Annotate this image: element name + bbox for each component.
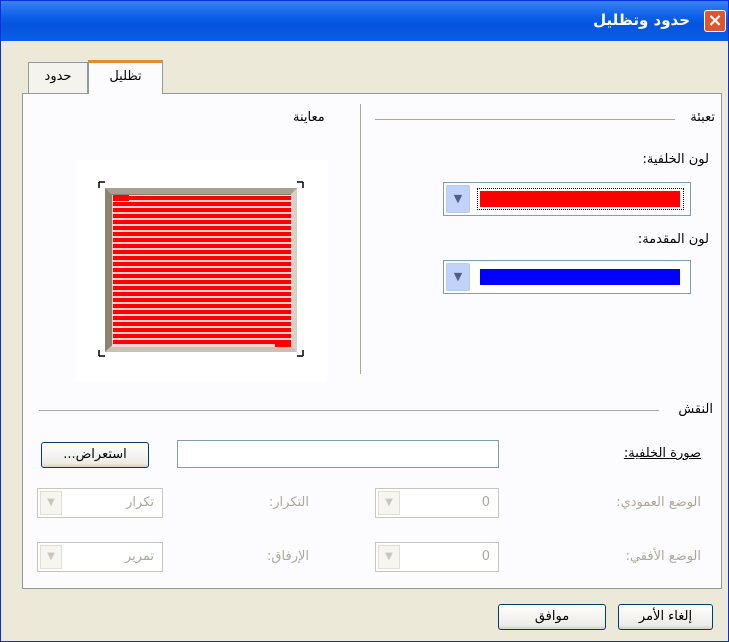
- repeat-label: التكرار:: [268, 495, 309, 510]
- pattern-section-label: النقش: [678, 402, 713, 417]
- background-color-swatch: [480, 191, 680, 207]
- corner-mark: [98, 181, 105, 188]
- corner-mark: [297, 350, 304, 357]
- tab-shading[interactable]: تظليل: [88, 60, 163, 94]
- tab-borders[interactable]: حدود: [28, 62, 88, 93]
- browse-button-label: استعراض...: [63, 447, 127, 462]
- browse-button[interactable]: استعراض...: [41, 442, 149, 468]
- vertical-position-select[interactable]: ▼ 0: [375, 488, 499, 518]
- chevron-down-icon[interactable]: ▼: [40, 491, 62, 515]
- chevron-down-icon[interactable]: ▼: [446, 185, 470, 213]
- ok-button-label: موافق: [534, 609, 570, 624]
- preview-stripe: [113, 262, 291, 266]
- background-color-picker[interactable]: ▼: [443, 182, 691, 216]
- background-image-input[interactable]: [177, 440, 499, 468]
- preview-stripe: [113, 226, 291, 230]
- preview-stripe: [113, 286, 291, 290]
- preview-area: [77, 160, 327, 382]
- vertical-position-label: الوضع العمودي:: [616, 495, 701, 510]
- attachment-label: الإرفاق:: [267, 549, 309, 564]
- chevron-down-icon[interactable]: ▼: [378, 491, 400, 515]
- title-bar[interactable]: حدود وتظليل ×: [1, 1, 728, 41]
- preview-stripe: [113, 220, 291, 224]
- preview-stripe: [113, 328, 291, 332]
- foreground-color-label: لون المقدمة:: [637, 232, 709, 247]
- fill-divider: [375, 119, 675, 120]
- dialog-window: حدود وتظليل × تظليل حدود تعبئة لون الخلف…: [0, 0, 729, 642]
- preview-stripe: [113, 244, 291, 248]
- attachment-value: تمرير: [124, 549, 154, 564]
- preview-stripe: [113, 232, 291, 236]
- window-title: حدود وتظليل: [593, 11, 690, 29]
- repeat-select[interactable]: ▼ تكرار: [37, 488, 163, 518]
- cancel-button-label: إلغاء الأمر: [638, 609, 693, 624]
- preview-stripe: [113, 202, 291, 206]
- preview-stripe: [113, 268, 291, 272]
- ok-button[interactable]: موافق: [498, 604, 606, 630]
- preview-frame-top: [105, 188, 297, 194]
- foreground-color-picker[interactable]: ▼: [443, 260, 691, 294]
- preview-graphic: [98, 181, 304, 357]
- preview-stripe: [113, 292, 291, 296]
- preview-stripe: [113, 214, 291, 218]
- preview-stripe: [113, 340, 291, 344]
- chevron-down-icon[interactable]: ▼: [40, 545, 62, 569]
- preview-stripe: [113, 304, 291, 308]
- chevron-down-icon[interactable]: ▼: [446, 263, 470, 291]
- tab-shading-label: تظليل: [109, 69, 142, 84]
- section-separator: [360, 104, 361, 374]
- shading-panel: تعبئة لون الخلفية: ▼ لون المقدمة: ▼ معاي…: [22, 93, 722, 589]
- corner-mark: [297, 181, 304, 188]
- fill-section-label: تعبئة: [690, 110, 715, 125]
- preview-stripe: [113, 298, 291, 302]
- repeat-value: تكرار: [126, 495, 154, 510]
- horizontal-position-select[interactable]: ▼ 0: [375, 542, 499, 572]
- foreground-color-swatch: [480, 269, 680, 285]
- horizontal-position-label: الوضع الأفقي:: [625, 549, 701, 564]
- tab-borders-label: حدود: [44, 69, 72, 84]
- close-icon[interactable]: ×: [704, 10, 726, 32]
- preview-label: معاينة: [293, 110, 325, 125]
- preview-stripe: [113, 208, 291, 212]
- preview-stripe: [113, 238, 291, 242]
- background-image-label: صورة الخلفية:: [623, 446, 701, 461]
- background-color-label: لون الخلفية:: [642, 152, 709, 167]
- pattern-divider: [39, 410, 659, 411]
- attachment-select[interactable]: ▼ تمرير: [37, 542, 163, 572]
- vertical-position-value: 0: [481, 495, 490, 510]
- preview-stripe: [113, 334, 291, 338]
- preview-stripe: [113, 310, 291, 314]
- preview-stripe: [113, 280, 291, 284]
- preview-stripe: [113, 256, 291, 260]
- horizontal-position-value: 0: [481, 549, 490, 564]
- preview-stripe: [113, 250, 291, 254]
- preview-stripe: [113, 322, 291, 326]
- cancel-button[interactable]: إلغاء الأمر: [618, 604, 713, 630]
- corner-mark: [98, 350, 105, 357]
- chevron-down-icon[interactable]: ▼: [378, 545, 400, 569]
- preview-marker: [275, 341, 291, 347]
- preview-stripe: [113, 274, 291, 278]
- preview-stripe: [113, 196, 291, 200]
- preview-marker: [113, 195, 129, 201]
- preview-stripe: [113, 316, 291, 320]
